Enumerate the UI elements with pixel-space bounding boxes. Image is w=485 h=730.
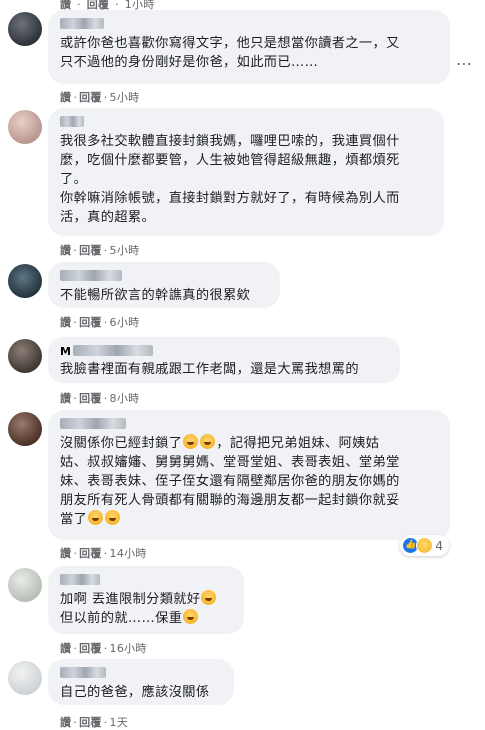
timestamp: 1天 xyxy=(109,716,129,729)
comment-text: 加啊 丟進限制分類就好 但以前的就……保重 xyxy=(60,590,232,628)
like-link[interactable]: 讚 xyxy=(60,392,71,405)
laughing-emoji-icon xyxy=(88,510,104,525)
haha-reaction-icon xyxy=(416,537,434,554)
comment-meta: 讚 · 回覆 · 16小時 xyxy=(60,642,147,655)
timestamp: 14小時 xyxy=(109,547,147,560)
comment-bubble: 自己的爸爸，應該沒關係 xyxy=(48,659,234,705)
timestamp: 5小時 xyxy=(109,91,140,104)
more-options-icon[interactable]: ⋯ xyxy=(456,54,473,73)
comment-meta: 讚 · 回覆 · 5小時 xyxy=(60,244,140,257)
comment-text: 不能暢所欲言的幹譙真的很累欸 xyxy=(60,288,251,303)
comment-bubble: M 我臉書裡面有親戚跟工作老闆，還是大罵我想罵的 xyxy=(48,337,400,383)
comment-text: 沒關係你已經封鎖了 ，記得把兄弟姐妹、阿姨姑 姑、叔叔嬸嬸、舅舅舅媽、堂哥堂姐、表… xyxy=(60,434,400,527)
comment-meta: 讚 · 回覆 · 14小時 xyxy=(60,547,147,560)
like-link[interactable]: 讚 xyxy=(60,91,71,104)
comment-bubble: 不能暢所欲言的幹譙真的很累欸 xyxy=(48,262,280,308)
reply-link[interactable]: 回覆 xyxy=(79,392,102,405)
timestamp: 6小時 xyxy=(109,316,140,329)
smiling-emoji-icon xyxy=(183,609,199,624)
author-name[interactable] xyxy=(60,18,104,29)
comment-bubble: 加啊 丟進限制分類就好 但以前的就……保重 xyxy=(48,566,244,634)
like-link[interactable]: 讚 xyxy=(60,716,71,729)
like-link[interactable]: 讚 xyxy=(60,642,71,655)
avatar[interactable] xyxy=(8,339,42,373)
timestamp: 16小時 xyxy=(109,642,147,655)
laughing-emoji-icon xyxy=(201,590,217,605)
comment-bubble: 我很多社交軟體直接封鎖我媽，囉哩巴嗦的，我連買個什 麼，吃個什麼都要管，人生被她… xyxy=(48,108,444,236)
author-name[interactable] xyxy=(60,667,106,678)
reply-link[interactable]: 回覆 xyxy=(79,716,102,729)
timestamp: 8小時 xyxy=(109,392,140,405)
author-name[interactable] xyxy=(72,345,153,356)
comment-bubble: 或許你爸也喜歡你寫得文字，他只是想當你讀者之一，又 只不過他的身份剛好是你爸，如… xyxy=(48,10,450,84)
laughing-emoji-icon xyxy=(183,434,199,449)
timestamp: 5小時 xyxy=(109,244,140,257)
reply-link[interactable]: 回覆 xyxy=(79,91,102,104)
author-initial[interactable]: M xyxy=(60,345,71,358)
comment-text: 自己的爸爸，應該沒關係 xyxy=(60,685,210,700)
avatar[interactable] xyxy=(8,568,42,602)
reaction-summary[interactable]: 👍 4 xyxy=(400,535,449,556)
laughing-emoji-icon xyxy=(200,434,216,449)
comment-text: 我臉書裡面有親戚跟工作老闆，還是大罵我想罵的 xyxy=(60,362,359,377)
comment-bubble: 沒關係你已經封鎖了 ，記得把兄弟姐妹、阿姨姑 姑、叔叔嬸嬸、舅舅舅媽、堂哥堂姐、表… xyxy=(48,410,450,540)
comment-text: 我很多社交軟體直接封鎖我媽，囉哩巴嗦的，我連買個什 麼，吃個什麼都要管，人生被她… xyxy=(60,134,400,225)
reaction-count: 4 xyxy=(435,538,443,553)
comment-text: 或許你爸也喜歡你寫得文字，他只是想當你讀者之一，又 只不過他的身份剛好是你爸，如… xyxy=(60,36,400,70)
laughing-emoji-icon xyxy=(105,510,121,525)
comment-meta: 讚 · 回覆 · 6小時 xyxy=(60,316,140,329)
reply-link[interactable]: 回覆 xyxy=(79,547,102,560)
avatar[interactable] xyxy=(8,110,42,144)
avatar[interactable] xyxy=(8,412,42,446)
reply-link[interactable]: 回覆 xyxy=(79,642,102,655)
author-name[interactable] xyxy=(60,116,84,127)
author-name[interactable] xyxy=(60,574,100,585)
like-link[interactable]: 讚 xyxy=(60,316,71,329)
avatar[interactable] xyxy=(8,264,42,298)
avatar[interactable] xyxy=(8,661,42,695)
comment-meta: 讚 · 回覆 · 1天 xyxy=(60,716,129,729)
reply-link[interactable]: 回覆 xyxy=(79,244,102,257)
comment-meta: 讚 · 回覆 · 5小時 xyxy=(60,91,140,104)
like-link[interactable]: 讚 xyxy=(60,547,71,560)
author-name[interactable] xyxy=(60,418,126,429)
author-name[interactable] xyxy=(60,270,122,281)
comment-meta: 讚 · 回覆 · 8小時 xyxy=(60,392,140,405)
like-link[interactable]: 讚 xyxy=(60,244,71,257)
reply-link[interactable]: 回覆 xyxy=(79,316,102,329)
avatar[interactable] xyxy=(8,12,42,46)
